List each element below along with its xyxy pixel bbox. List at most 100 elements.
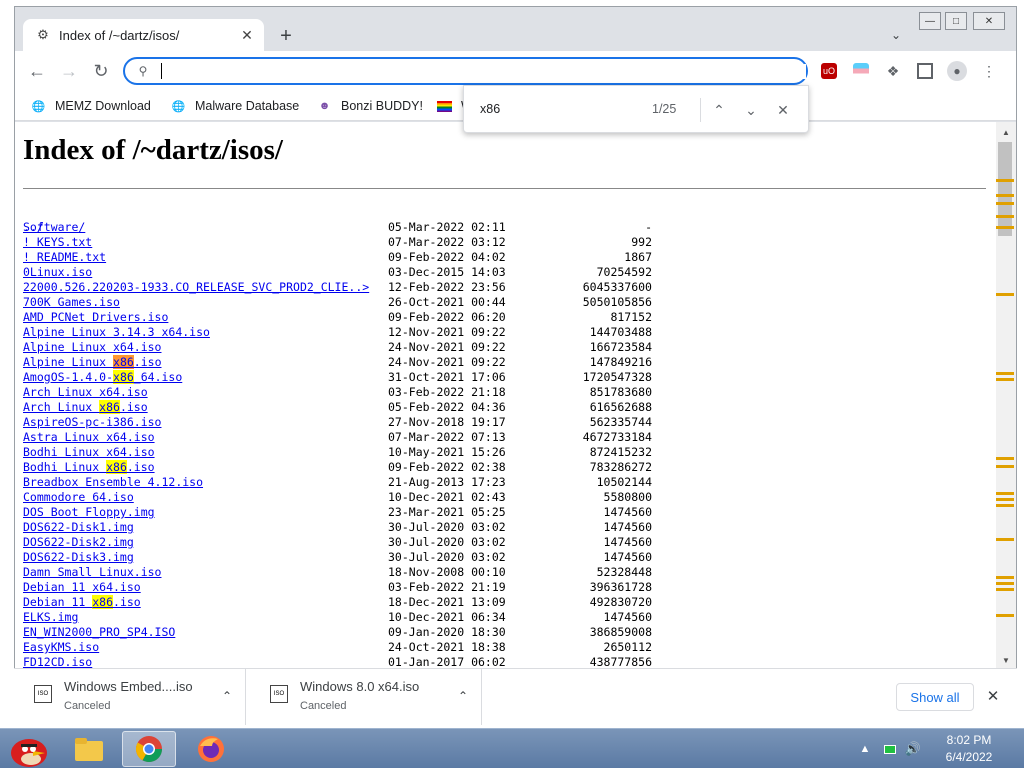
file-link[interactable]: Damn Small Linux.iso [23,565,161,580]
file-link[interactable]: FD12CD.iso [23,655,92,669]
file-link[interactable]: Bodhi Linux x86.iso [23,460,155,475]
file-link[interactable]: EN_WIN2000_PRO_SP4.ISO [23,625,175,640]
file-size: 147849216 [589,355,652,369]
file-link[interactable]: DOS622-Disk3.img [23,550,134,565]
firefox-taskbar-icon[interactable] [184,731,238,767]
system-clock[interactable]: 8:02 PM 6/4/2022 [930,732,1008,766]
find-separator [700,98,701,122]
file-link[interactable]: Commodore 64.iso [23,490,134,505]
rainbow-flag-icon [437,100,452,112]
file-link[interactable]: ELKS.img [23,610,78,625]
chevron-up-icon[interactable]: ⌃ [454,687,472,705]
page-title: Index of /~dartz/isos/ [23,134,283,166]
file-link[interactable]: Debian 11 x86.iso [23,595,141,610]
file-link[interactable]: DOS622-Disk1.img [23,520,134,535]
extensions-puzzle-icon[interactable]: ❖ [885,63,901,79]
tab-active[interactable]: ⚙ Index of /~dartz/isos/ ✕ [23,19,264,51]
find-match-marker [996,293,1014,296]
file-link[interactable]: Bodhi Linux x64.iso [23,445,155,460]
find-close-icon[interactable]: ✕ [772,99,794,121]
file-link[interactable]: Breadbox Ensemble 4.12.iso [23,475,203,490]
bookmark-memz-download[interactable]: 🌐 MEMZ Download [31,97,151,115]
trans-flag-extension-icon[interactable] [853,63,869,79]
file-link[interactable]: Alpine Linux x64.iso [23,340,161,355]
table-row: AmogOS-1.4.0-x86_64.iso 31-Oct-2021 17:06… [23,370,652,385]
file-explorer-icon[interactable] [62,731,116,767]
file-link[interactable]: DOS622-Disk2.img [23,535,134,550]
reload-button[interactable]: ↻ [89,59,113,83]
file-link[interactable]: Alpine Linux 3.14.3 x64.iso [23,325,210,340]
tab-strip: ⚙ Index of /~dartz/isos/ ✕ + ⌄ — □ ✕ [15,7,1016,51]
file-link[interactable]: Software/ [23,220,85,235]
file-link[interactable]: Arch Linux x86.iso [23,400,148,415]
scroll-up-arrow-icon[interactable]: ▲ [1000,126,1012,138]
file-link[interactable]: Arch Linux x64.iso [23,385,148,400]
file-link[interactable]: AspireOS-pc-i386.iso [23,415,161,430]
maximize-button[interactable]: □ [945,12,967,30]
file-link[interactable]: AMD PCNet Drivers.iso [23,310,168,325]
find-previous-chevron-up-icon[interactable]: ⌃ [708,99,730,121]
chrome-taskbar-icon[interactable] [122,731,176,767]
close-shelf-icon[interactable]: ✕ [984,687,1002,705]
show-hidden-icons-arrow-icon[interactable]: ▲ [858,741,872,757]
file-size: 70254592 [596,265,652,279]
file-link[interactable]: DOS Boot Floppy.img [23,505,155,520]
find-highlight: x86 [113,355,134,369]
tab-search-chevron-icon[interactable]: ⌄ [887,26,905,44]
chevron-up-icon[interactable]: ⌃ [218,687,236,705]
forward-button[interactable]: → [57,59,81,83]
file-link[interactable]: 0Linux.iso [23,265,92,280]
profile-avatar-icon[interactable]: ● [947,61,967,81]
find-match-marker [996,614,1014,617]
find-input[interactable]: x86 [480,102,500,116]
file-link[interactable]: Astra Linux x64.iso [23,430,155,445]
table-row: 0Linux.iso 03-Dec-2015 14:03 70254592 [23,265,652,280]
table-row: FD12CD.iso 01-Jan-2017 06:02 438777856 [23,655,652,669]
new-tab-button[interactable]: + [275,25,297,47]
bookmark-label: Malware Database [195,99,300,113]
minimize-button[interactable]: — [919,12,941,30]
file-size: 52328448 [596,565,652,579]
find-next-chevron-down-icon[interactable]: ⌄ [740,99,762,121]
download-item[interactable]: ISO Windows Embed....iso Canceled ⌃ [14,669,246,725]
file-link[interactable]: Alpine Linux x86.iso [23,355,162,370]
parent-row: ../ [23,205,78,234]
bookmark-malware-database[interactable]: 🌐 Malware Database [171,97,300,115]
volume-speaker-icon[interactable]: 🔊 [904,741,922,757]
file-link[interactable]: EasyKMS.iso [23,640,99,655]
start-button-angry-bird-icon[interactable] [0,731,56,767]
file-link[interactable]: 22000.526.220203-1933.CO_RELEASE_SVC_PRO… [23,280,369,295]
back-button[interactable]: ← [25,59,49,83]
file-size: 851783680 [589,385,652,399]
show-all-button[interactable]: Show all [896,683,974,711]
scroll-down-arrow-icon[interactable]: ▼ [1000,654,1012,666]
bookmark-bonzi-buddy[interactable]: ☻ Bonzi BUDDY! [317,97,423,115]
scroll-thumb[interactable] [998,142,1012,236]
download-shelf: ISO Windows Embed....iso Canceled ⌃ ISO … [14,668,1017,725]
file-size: 5580800 [603,490,652,504]
battery-icon[interactable] [882,741,898,757]
table-row: ! README.txt 09-Feb-2022 04:02 1867 [23,250,652,265]
file-size: 386859008 [589,625,652,639]
side-panel-icon[interactable] [917,63,933,79]
vertical-scrollbar[interactable]: ▲ ▼ [996,122,1016,669]
file-listing: ../ Software/05-Mar-2022 02:11-! KEYS.tx… [23,205,652,669]
file-size: 144703488 [589,325,652,339]
close-tab-icon[interactable]: ✕ [238,26,256,44]
menu-kebab-icon[interactable]: ⋮ [981,63,997,79]
file-link[interactable]: AmogOS-1.4.0-x86_64.iso [23,370,182,385]
download-item[interactable]: ISO Windows 8.0 x64.iso Canceled ⌃ [250,669,482,725]
file-link[interactable]: 700K Games.iso [23,295,120,310]
file-name-part: Alpine Linux [23,355,114,369]
address-input[interactable] [166,63,806,79]
file-link[interactable]: ! KEYS.txt [23,235,92,250]
address-bar[interactable]: ⚲ [123,57,808,85]
window-close-button[interactable]: ✕ [973,12,1005,30]
ublock-shield-icon[interactable]: uO [821,63,837,79]
file-size: 4672733184 [582,430,652,444]
find-match-marker [996,202,1014,205]
clock-date: 6/4/2022 [945,750,993,764]
file-link[interactable]: Debian 11 x64.iso [23,580,141,595]
file-size: 872415232 [589,445,652,459]
file-link[interactable]: ! README.txt [23,250,106,265]
